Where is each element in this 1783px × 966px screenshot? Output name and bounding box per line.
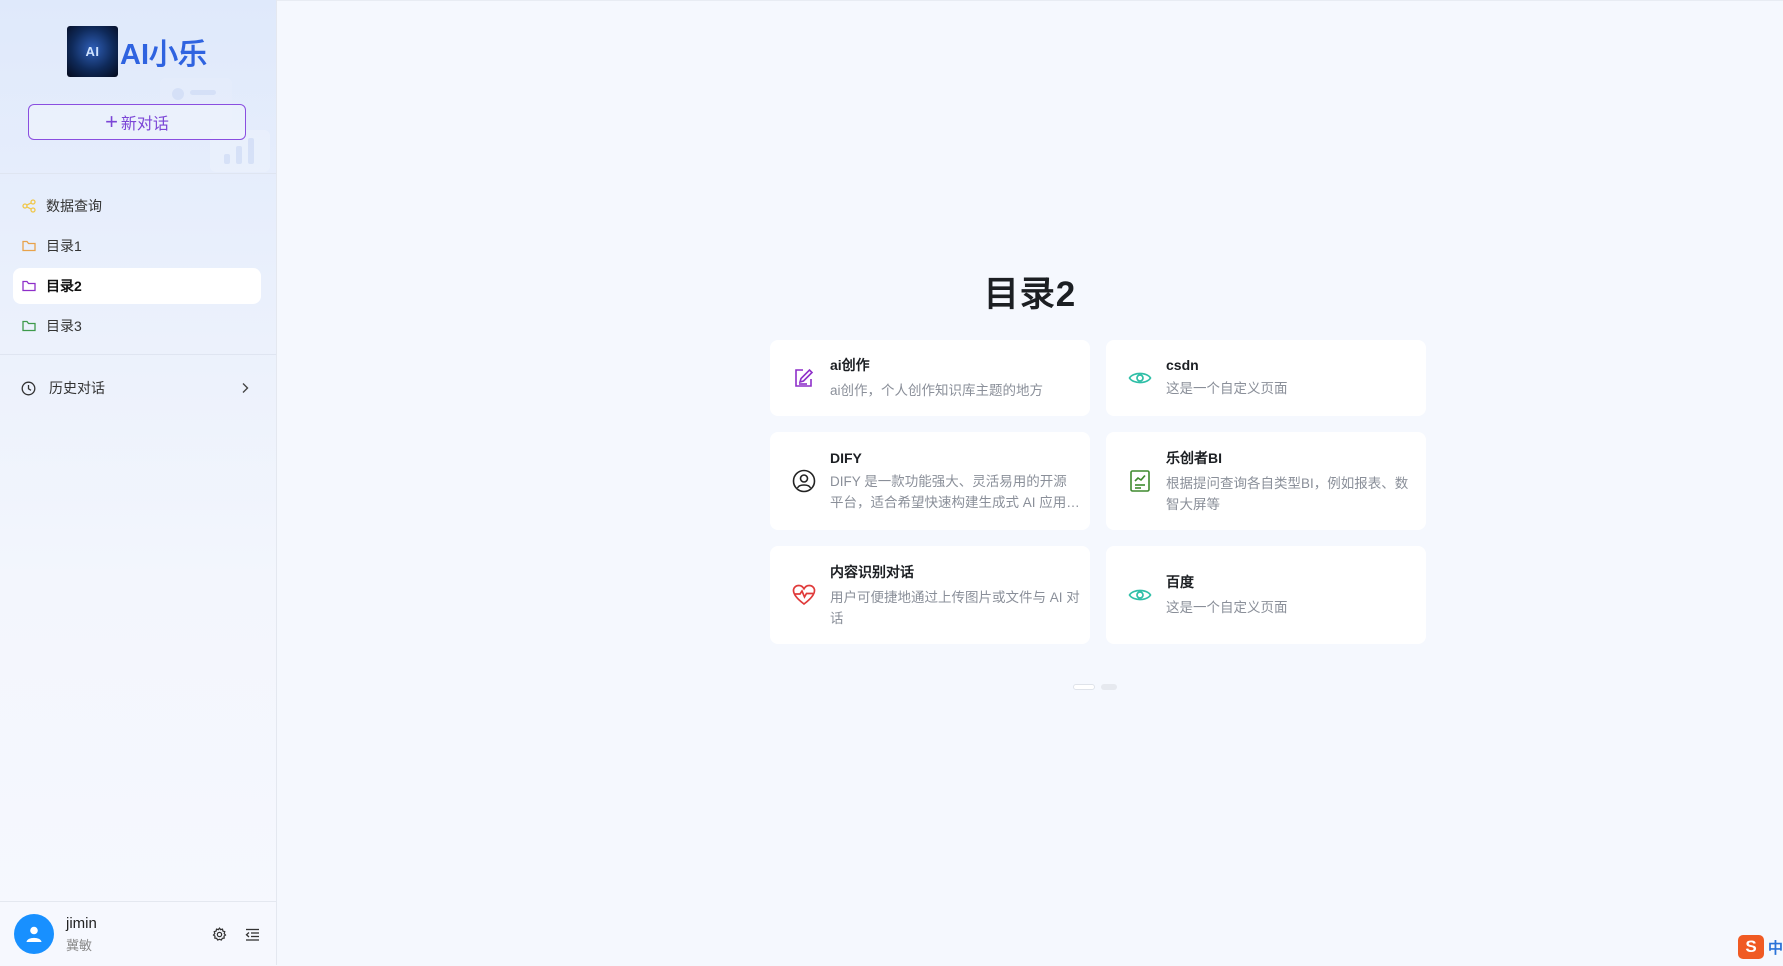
card-title: csdn — [1166, 357, 1199, 373]
report-chart-icon — [1128, 469, 1152, 493]
edit-note-icon — [792, 366, 816, 390]
card-title: 百度 — [1166, 574, 1194, 590]
page-title: 目录2 — [983, 275, 1077, 314]
eye-icon — [1128, 366, 1152, 390]
sogou-ime-icon: S — [1737, 935, 1764, 959]
logo-image: AI — [67, 26, 118, 77]
sidebar-nav: 数据查询 目录1 目录2 目录3 — [13, 188, 261, 348]
carousel-pagination — [1073, 684, 1117, 690]
eye-icon — [1128, 583, 1152, 607]
share-nodes-icon — [21, 198, 37, 214]
app-card-content-recognition[interactable]: 内容识别对话 用户可便捷地通过上传图片或文件与 AI 对话 — [770, 546, 1090, 644]
history-conversations[interactable]: 历史对话 — [13, 370, 261, 406]
sidebar-item-dir3[interactable]: 目录3 — [13, 308, 261, 344]
app-card-grid: ai创作 ai创作，个人创作知识库主题的地方 csdn 这是一个自定义页面 DI… — [770, 340, 1426, 660]
pagination-dot[interactable] — [1101, 684, 1117, 690]
user-circle-icon — [792, 469, 816, 493]
avatar[interactable] — [14, 914, 54, 954]
app-card-ai-creation[interactable]: ai创作 ai创作，个人创作知识库主题的地方 — [770, 340, 1090, 416]
logo-text: AI — [85, 44, 100, 59]
ime-indicator[interactable]: S 中 — [1737, 935, 1783, 959]
plus-icon: + — [105, 109, 118, 134]
divider — [0, 354, 276, 355]
card-description: 这是一个自定义页面 — [1166, 600, 1288, 615]
sidebar-item-dir2[interactable]: 目录2 — [13, 268, 261, 304]
card-description: 用户可便捷地通过上传图片或文件与 AI 对话 — [830, 589, 1080, 626]
card-title: ai创作 — [830, 357, 870, 373]
app-card-baidu[interactable]: 百度 这是一个自定义页面 — [1106, 546, 1426, 644]
sidebar-item-label: 目录1 — [46, 238, 82, 254]
ime-mode-label: 中 — [1767, 939, 1783, 957]
collapse-menu-icon[interactable] — [245, 927, 260, 942]
folder-icon — [21, 318, 37, 334]
folder-icon — [21, 238, 37, 254]
card-title: DIFY — [830, 449, 862, 466]
card-title: 内容识别对话 — [830, 563, 914, 580]
heart-pulse-icon — [792, 583, 816, 607]
brand-name: AI小乐 — [120, 38, 208, 71]
history-label: 历史对话 — [49, 380, 105, 396]
user-name: jimin — [66, 914, 97, 932]
sidebar: AI AI小乐 + 新对话 数据查询 目录1 目录2 目录3 历史对话 jimi… — [0, 0, 277, 965]
sidebar-item-label: 目录3 — [46, 318, 82, 334]
sidebar-item-dir1[interactable]: 目录1 — [13, 228, 261, 264]
pagination-dot-active[interactable] — [1073, 684, 1095, 690]
card-description: ai创作，个人创作知识库主题的地方 — [830, 383, 1044, 398]
sidebar-item-label: 目录2 — [46, 278, 82, 294]
card-description: 这是一个自定义页面 — [1166, 381, 1288, 396]
user-display-name: 冀敏 — [66, 937, 93, 953]
sidebar-item-data-query[interactable]: 数据查询 — [13, 188, 261, 224]
folder-icon — [21, 278, 37, 294]
user-icon — [26, 926, 42, 942]
card-title: 乐创者BI — [1166, 449, 1222, 466]
app-window: AI AI小乐 + 新对话 数据查询 目录1 目录2 目录3 历史对话 jimi… — [0, 0, 1783, 965]
settings-gear-icon[interactable] — [212, 926, 227, 942]
divider — [0, 173, 276, 174]
chevron-right-icon — [241, 382, 249, 394]
sidebar-item-label: 数据查询 — [46, 198, 102, 214]
main-content: 目录2 ai创作 ai创作，个人创作知识库主题的地方 csdn 这是一个自定义页… — [277, 0, 1783, 965]
app-card-bi[interactable]: 乐创者BI 根据提问查询各自类型BI，例如报表、数智大屏等 — [1106, 432, 1426, 530]
app-card-dify[interactable]: DIFY DIFY 是一款功能强大、灵活易用的开源平台，适合希望快速构建生成式 … — [770, 432, 1090, 530]
brand[interactable]: AI AI小乐 — [67, 26, 207, 77]
card-description: 根据提问查询各自类型BI，例如报表、数智大屏等 — [1166, 475, 1409, 512]
new-chat-label: 新对话 — [120, 116, 169, 133]
user-bar: jimin 冀敏 — [0, 901, 276, 966]
new-chat-button[interactable]: + 新对话 — [28, 104, 246, 140]
card-description: DIFY 是一款功能强大、灵活易用的开源平台，适合希望快速构建生成式 AI 应用… — [830, 473, 1080, 510]
clock-icon — [21, 380, 37, 396]
app-card-csdn[interactable]: csdn 这是一个自定义页面 — [1106, 340, 1426, 416]
